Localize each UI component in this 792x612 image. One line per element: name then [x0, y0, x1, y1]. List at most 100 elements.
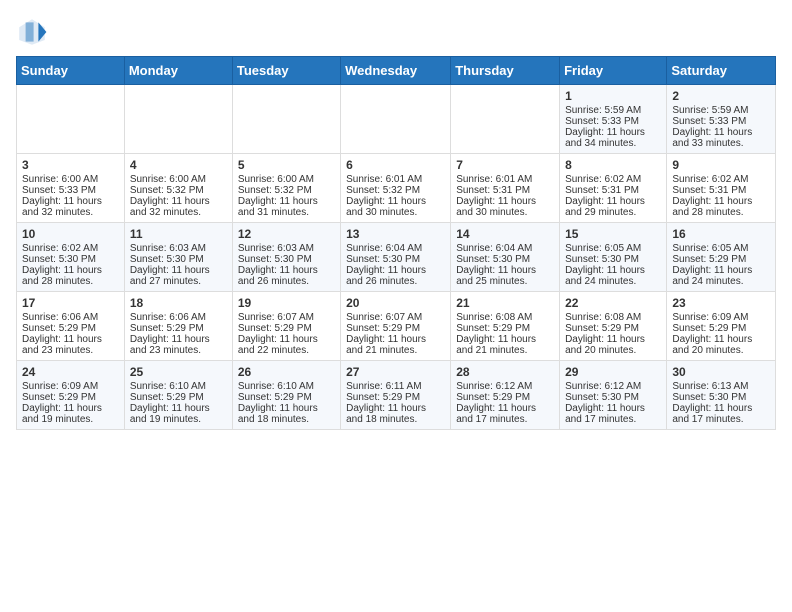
calendar-cell: 30Sunrise: 6:13 AMSunset: 5:30 PMDayligh…: [667, 361, 776, 430]
daylight-text: Daylight: 11 hours and 34 minutes.: [565, 127, 661, 149]
daylight-text: Daylight: 11 hours and 28 minutes.: [22, 265, 119, 287]
daylight-text: Daylight: 11 hours and 20 minutes.: [565, 334, 661, 356]
sunset-text: Sunset: 5:33 PM: [672, 116, 770, 127]
sunrise-text: Sunrise: 6:06 AM: [130, 312, 227, 323]
day-number: 29: [565, 365, 661, 379]
calendar-week-row: 24Sunrise: 6:09 AMSunset: 5:29 PMDayligh…: [17, 361, 776, 430]
daylight-text: Daylight: 11 hours and 29 minutes.: [565, 196, 661, 218]
calendar-header-row: SundayMondayTuesdayWednesdayThursdayFrid…: [17, 57, 776, 85]
col-header-sunday: Sunday: [17, 57, 125, 85]
sunrise-text: Sunrise: 6:06 AM: [22, 312, 119, 323]
calendar-cell: 20Sunrise: 6:07 AMSunset: 5:29 PMDayligh…: [341, 292, 451, 361]
calendar-cell: 13Sunrise: 6:04 AMSunset: 5:30 PMDayligh…: [341, 223, 451, 292]
calendar-cell: 4Sunrise: 6:00 AMSunset: 5:32 PMDaylight…: [124, 154, 232, 223]
daylight-text: Daylight: 11 hours and 26 minutes.: [238, 265, 335, 287]
day-number: 21: [456, 296, 554, 310]
day-number: 3: [22, 158, 119, 172]
day-number: 6: [346, 158, 445, 172]
sunset-text: Sunset: 5:30 PM: [672, 392, 770, 403]
sunrise-text: Sunrise: 6:08 AM: [456, 312, 554, 323]
calendar-cell: 21Sunrise: 6:08 AMSunset: 5:29 PMDayligh…: [451, 292, 560, 361]
sunset-text: Sunset: 5:30 PM: [238, 254, 335, 265]
calendar-cell: 29Sunrise: 6:12 AMSunset: 5:30 PMDayligh…: [560, 361, 667, 430]
sunrise-text: Sunrise: 6:08 AM: [565, 312, 661, 323]
daylight-text: Daylight: 11 hours and 28 minutes.: [672, 196, 770, 218]
day-number: 2: [672, 89, 770, 103]
calendar-cell: 18Sunrise: 6:06 AMSunset: 5:29 PMDayligh…: [124, 292, 232, 361]
day-number: 13: [346, 227, 445, 241]
calendar-cell: [232, 85, 340, 154]
day-number: 4: [130, 158, 227, 172]
daylight-text: Daylight: 11 hours and 33 minutes.: [672, 127, 770, 149]
calendar-cell: 26Sunrise: 6:10 AMSunset: 5:29 PMDayligh…: [232, 361, 340, 430]
daylight-text: Daylight: 11 hours and 31 minutes.: [238, 196, 335, 218]
calendar-cell: 24Sunrise: 6:09 AMSunset: 5:29 PMDayligh…: [17, 361, 125, 430]
sunset-text: Sunset: 5:29 PM: [238, 323, 335, 334]
day-number: 26: [238, 365, 335, 379]
calendar-cell: 3Sunrise: 6:00 AMSunset: 5:33 PMDaylight…: [17, 154, 125, 223]
col-header-tuesday: Tuesday: [232, 57, 340, 85]
sunset-text: Sunset: 5:29 PM: [22, 323, 119, 334]
day-number: 15: [565, 227, 661, 241]
day-number: 28: [456, 365, 554, 379]
sunset-text: Sunset: 5:33 PM: [565, 116, 661, 127]
daylight-text: Daylight: 11 hours and 27 minutes.: [130, 265, 227, 287]
sunset-text: Sunset: 5:30 PM: [565, 392, 661, 403]
sunrise-text: Sunrise: 6:12 AM: [565, 381, 661, 392]
sunrise-text: Sunrise: 5:59 AM: [565, 105, 661, 116]
col-header-saturday: Saturday: [667, 57, 776, 85]
sunset-text: Sunset: 5:31 PM: [672, 185, 770, 196]
sunrise-text: Sunrise: 6:12 AM: [456, 381, 554, 392]
calendar-cell: 8Sunrise: 6:02 AMSunset: 5:31 PMDaylight…: [560, 154, 667, 223]
calendar-cell: 16Sunrise: 6:05 AMSunset: 5:29 PMDayligh…: [667, 223, 776, 292]
day-number: 9: [672, 158, 770, 172]
logo: [16, 16, 52, 48]
sunset-text: Sunset: 5:29 PM: [130, 392, 227, 403]
sunset-text: Sunset: 5:30 PM: [565, 254, 661, 265]
daylight-text: Daylight: 11 hours and 20 minutes.: [672, 334, 770, 356]
day-number: 18: [130, 296, 227, 310]
calendar-cell: 2 Sunrise: 5:59 AMSunset: 5:33 PMDaylight…: [667, 85, 776, 154]
calendar-cell: 7Sunrise: 6:01 AMSunset: 5:31 PMDaylight…: [451, 154, 560, 223]
sunset-text: Sunset: 5:31 PM: [456, 185, 554, 196]
day-number: 8: [565, 158, 661, 172]
sunset-text: Sunset: 5:29 PM: [672, 323, 770, 334]
calendar-cell: 12Sunrise: 6:03 AMSunset: 5:30 PMDayligh…: [232, 223, 340, 292]
calendar-week-row: 17Sunrise: 6:06 AMSunset: 5:29 PMDayligh…: [17, 292, 776, 361]
calendar-cell: 22Sunrise: 6:08 AMSunset: 5:29 PMDayligh…: [560, 292, 667, 361]
calendar-cell: [451, 85, 560, 154]
sunset-text: Sunset: 5:29 PM: [456, 392, 554, 403]
sunrise-text: Sunrise: 6:04 AM: [346, 243, 445, 254]
sunset-text: Sunset: 5:30 PM: [130, 254, 227, 265]
sunrise-text: Sunrise: 5:59 AM: [672, 105, 770, 116]
sunrise-text: Sunrise: 6:07 AM: [346, 312, 445, 323]
day-number: 10: [22, 227, 119, 241]
daylight-text: Daylight: 11 hours and 24 minutes.: [672, 265, 770, 287]
sunset-text: Sunset: 5:32 PM: [238, 185, 335, 196]
sunrise-text: Sunrise: 6:03 AM: [130, 243, 227, 254]
calendar-week-row: 3Sunrise: 6:00 AMSunset: 5:33 PMDaylight…: [17, 154, 776, 223]
sunrise-text: Sunrise: 6:03 AM: [238, 243, 335, 254]
calendar-week-row: 10Sunrise: 6:02 AMSunset: 5:30 PMDayligh…: [17, 223, 776, 292]
sunrise-text: Sunrise: 6:04 AM: [456, 243, 554, 254]
daylight-text: Daylight: 11 hours and 25 minutes.: [456, 265, 554, 287]
day-number: 17: [22, 296, 119, 310]
day-number: 20: [346, 296, 445, 310]
calendar-cell: 5Sunrise: 6:00 AMSunset: 5:32 PMDaylight…: [232, 154, 340, 223]
calendar-cell: 17 Sunrise: 6:06 AMSunset: 5:29 PMDayligh…: [17, 292, 125, 361]
calendar-cell: [124, 85, 232, 154]
day-number: 7: [456, 158, 554, 172]
calendar-week-row: 1Sunrise: 5:59 AMSunset: 5:33 PMDaylight…: [17, 85, 776, 154]
calendar-cell: 10Sunrise: 6:02 AMSunset: 5:30 PMDayligh…: [17, 223, 125, 292]
sunrise-text: Sunrise: 6:01 AM: [346, 174, 445, 185]
col-header-thursday: Thursday: [451, 57, 560, 85]
calendar-cell: [341, 85, 451, 154]
col-header-monday: Monday: [124, 57, 232, 85]
daylight-text: Daylight: 11 hours and 23 minutes.: [22, 334, 119, 356]
sunrise-text: Sunrise: 6:02 AM: [672, 174, 770, 185]
daylight-text: Daylight: 11 hours and 26 minutes.: [346, 265, 445, 287]
sunrise-text: Sunrise: 6:10 AM: [238, 381, 335, 392]
calendar-cell: 1Sunrise: 5:59 AMSunset: 5:33 PMDaylight…: [560, 85, 667, 154]
sunrise-text: Sunrise: 6:09 AM: [22, 381, 119, 392]
calendar-cell: 19Sunrise: 6:07 AMSunset: 5:29 PMDayligh…: [232, 292, 340, 361]
